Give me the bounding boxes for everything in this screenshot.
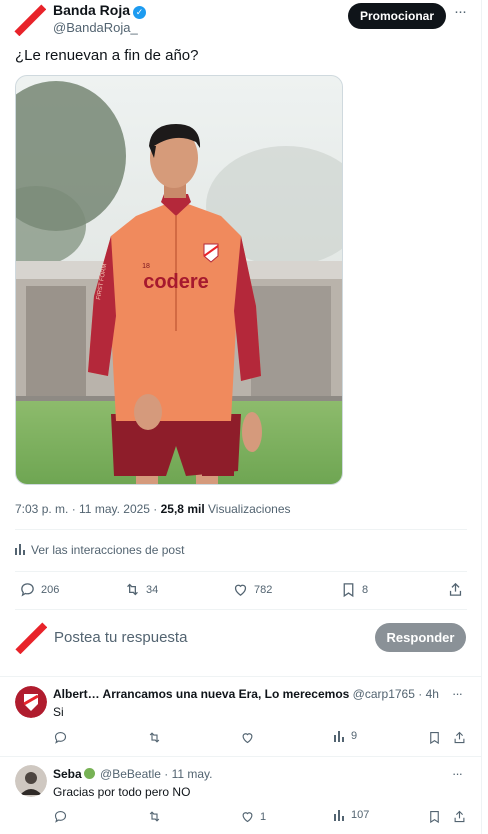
comment-share-action[interactable]	[452, 730, 467, 745]
reply-submit-button[interactable]: Responder	[375, 623, 466, 652]
comment-reply-action[interactable]	[53, 809, 73, 824]
comment-views-action[interactable]: 107	[334, 809, 369, 821]
view-interactions-label[interactable]: Ver las interacciones de post	[31, 543, 184, 557]
reply-icon	[21, 583, 34, 597]
comment-more-icon[interactable]: ···	[452, 766, 463, 781]
analytics-icon	[334, 730, 344, 742]
commenter-avatar[interactable]	[15, 765, 47, 797]
divider	[15, 529, 467, 530]
analytics-icon	[15, 544, 25, 555]
verified-badge-icon: ✓	[133, 6, 147, 19]
post-detail: Banda Roja ✓ @BandaRoja_ Promocionar ··· …	[0, 0, 482, 834]
repost-icon	[149, 811, 160, 822]
more-options-icon[interactable]: ···	[452, 4, 468, 22]
bookmark-icon	[430, 810, 439, 824]
bookmark-count: 8	[362, 583, 369, 596]
comment-reply-action[interactable]	[53, 730, 73, 745]
repost-action[interactable]: 34	[124, 581, 158, 598]
comment-author[interactable]: Albert… Arrancamos una nueva Era, Lo mer…	[53, 687, 349, 701]
author-avatar[interactable]	[14, 4, 46, 36]
views-count: 25,8 mil	[160, 502, 205, 516]
comment-handle[interactable]: @BeBeatle	[100, 767, 161, 781]
comment-header: Albert… Arrancamos una nueva Era, Lo mer…	[53, 687, 439, 701]
reply-count: 206	[41, 583, 60, 596]
comment-header: Seba @BeBeatle · 11 may.	[53, 767, 213, 781]
comment-like-count: 1	[260, 810, 267, 823]
share-icon	[454, 731, 465, 744]
heart-icon	[234, 584, 247, 596]
reply-icon	[54, 731, 67, 744]
repost-icon	[149, 732, 160, 743]
reply-action[interactable]: 206	[19, 581, 59, 598]
reply-icon	[54, 810, 67, 823]
repost-icon	[127, 583, 138, 596]
post-photo[interactable]: codere 18 FIRST FORM	[15, 75, 343, 485]
view-interactions-link[interactable]: Ver las interacciones de post	[15, 543, 184, 557]
share-icon	[449, 582, 462, 596]
author-handle[interactable]: @BandaRoja_	[53, 20, 138, 35]
divider	[0, 676, 482, 677]
heart-icon	[242, 812, 253, 823]
comment-like-action[interactable]	[240, 730, 260, 745]
comment-author[interactable]: Seba	[53, 767, 82, 781]
comment-views-action[interactable]: 9	[334, 730, 357, 742]
views-label: Visualizaciones	[208, 502, 291, 516]
comment-more-icon[interactable]: ···	[452, 686, 463, 701]
comment-like-action[interactable]: 1	[240, 809, 266, 824]
heart-icon	[242, 733, 253, 744]
reply-input[interactable]: Postea tu respuesta	[54, 629, 187, 646]
promote-button[interactable]: Promocionar	[348, 3, 446, 29]
comment-repost-action[interactable]	[147, 809, 167, 824]
comment-bookmark-action[interactable]	[427, 730, 442, 745]
repost-count: 34	[146, 583, 159, 596]
comment-share-action[interactable]	[452, 809, 467, 824]
post-time[interactable]: 7:03 p. m. · 11 may. 2025 ·	[15, 502, 161, 516]
comment-handle[interactable]: @carp1765	[353, 687, 415, 701]
post-text: ¿Le renuevan a fin de año?	[15, 47, 199, 64]
jersey-sponsor: codere	[143, 271, 209, 293]
commenter-avatar[interactable]	[15, 686, 47, 718]
analytics-icon	[334, 809, 344, 821]
comment-bookmark-action[interactable]	[427, 809, 442, 824]
like-action[interactable]: 782	[232, 581, 272, 598]
comment-view-count: 107	[351, 809, 370, 821]
post-timestamp: 7:03 p. m. · 11 may. 2025 · 25,8 mil Vis…	[15, 502, 291, 516]
green-apple-icon	[83, 768, 95, 779]
bookmark-icon	[430, 731, 439, 745]
comment-view-count: 9	[351, 730, 358, 742]
like-count: 782	[254, 583, 273, 596]
bookmark-action[interactable]: 8	[340, 581, 368, 598]
author-name[interactable]: Banda Roja	[53, 2, 130, 18]
comment-repost-action[interactable]	[147, 730, 167, 745]
comment-time[interactable]: · 11 may.	[164, 767, 212, 781]
divider	[0, 756, 482, 757]
comment-text: Si	[53, 705, 64, 719]
share-action[interactable]	[447, 581, 464, 598]
divider	[15, 609, 467, 610]
bookmark-icon	[343, 583, 354, 598]
user-avatar[interactable]	[15, 622, 47, 654]
comment-time[interactable]: · 4h	[418, 687, 439, 701]
comment-text: Gracias por todo pero NO	[53, 785, 191, 799]
divider	[15, 571, 467, 572]
author-name-row[interactable]: Banda Roja ✓	[53, 2, 147, 19]
player-photo-illustration: codere 18 FIRST FORM	[16, 76, 342, 484]
share-icon	[454, 810, 465, 823]
jersey-number: 18	[142, 263, 150, 270]
